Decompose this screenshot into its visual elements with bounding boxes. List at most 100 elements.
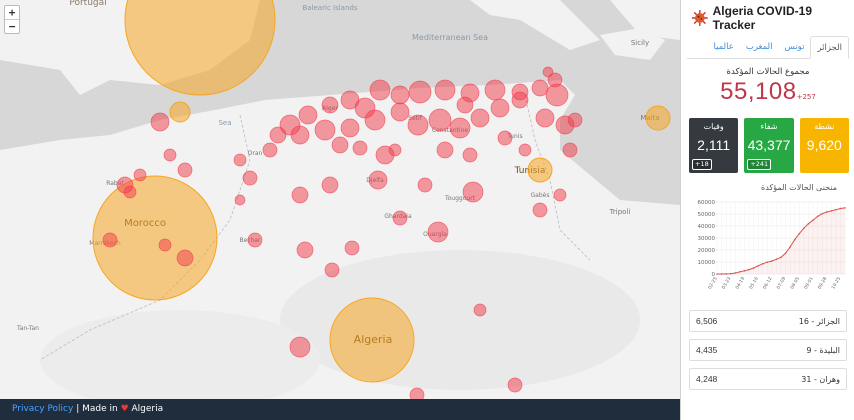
wilaya-cases-circle[interactable]: [375, 145, 395, 165]
map-label-gabes: Gabès: [531, 192, 550, 199]
wilaya-cases-circle[interactable]: [290, 125, 310, 145]
wilaya-cases-circle[interactable]: [407, 114, 429, 136]
chart-point: [812, 219, 814, 222]
wilaya-cases-circle[interactable]: [417, 177, 433, 193]
country-cases-circle[interactable]: [329, 297, 415, 383]
map-canvas[interactable]: Portugal Mediterranean Sea Sea Balearic Isl…: [0, 0, 680, 420]
wilaya-cases-circle[interactable]: [269, 126, 287, 144]
wilaya-cases-circle[interactable]: [369, 79, 391, 101]
wilaya-cases-circle[interactable]: [392, 210, 408, 226]
wilaya-cases-circle[interactable]: [428, 108, 452, 132]
wilaya-cases-circle[interactable]: [511, 91, 529, 109]
wilaya-cases-circle[interactable]: [434, 79, 456, 101]
wilaya-name: 31 - وهران: [801, 374, 840, 384]
wilaya-cases-circle[interactable]: [289, 336, 311, 358]
wilaya-cases-circle[interactable]: [507, 377, 523, 393]
wilaya-cases-circle[interactable]: [177, 162, 193, 178]
footer: Privacy Policy | Made in ♥ Algeria: [0, 399, 680, 420]
wilaya-cases-circle[interactable]: [497, 130, 513, 146]
wilaya-cases-circle[interactable]: [490, 98, 510, 118]
tab-2[interactable]: المغرب: [740, 36, 779, 58]
wilaya-cases-circle[interactable]: [545, 83, 569, 107]
wilaya-cases-circle[interactable]: [233, 153, 247, 167]
wilaya-cases-circle[interactable]: [242, 170, 258, 186]
country-cases-circle[interactable]: [645, 105, 671, 131]
map-view[interactable]: Portugal Mediterranean Sea Sea Balearic Isl…: [0, 0, 680, 420]
wilaya-cases-circle[interactable]: [553, 188, 567, 202]
wilaya-cases-circle[interactable]: [321, 96, 339, 114]
wilaya-cases-circle[interactable]: [150, 112, 170, 132]
chart-point: [734, 272, 737, 274]
wilaya-cases-circle[interactable]: [340, 118, 360, 138]
wilaya-cases-circle[interactable]: [364, 109, 386, 131]
chart-point: [789, 246, 791, 248]
wilaya-cases-circle[interactable]: [562, 142, 578, 158]
wilaya-cases-circle[interactable]: [436, 141, 454, 159]
wilaya-cases-circle[interactable]: [163, 148, 177, 162]
chart-ytick-label: 30000: [698, 236, 716, 242]
chart-point: [725, 273, 727, 275]
wilaya-cases-circle[interactable]: [324, 262, 340, 278]
map-label-sea: Sea: [218, 119, 231, 127]
wilaya-row[interactable]: 4,248 31 - وهران: [689, 368, 847, 390]
wilaya-cases-circle[interactable]: [102, 232, 118, 248]
country-cases-circle[interactable]: [527, 157, 553, 183]
wilaya-cases-circle[interactable]: [390, 85, 410, 105]
wilaya-row[interactable]: 4,435 9 - البليدة: [689, 339, 847, 361]
chart-point: [729, 272, 732, 275]
chart-point: [761, 262, 764, 265]
cases-chart: 0 10000 20000 30000 40000 50000 60000 02-25 03-2…: [687, 194, 854, 302]
wilaya-cases-circle[interactable]: [542, 66, 554, 78]
wilaya-cases-circle[interactable]: [176, 249, 194, 267]
wilaya-cases-circle[interactable]: [291, 186, 309, 204]
wilaya-cases-circle[interactable]: [473, 303, 487, 317]
wilaya-cases-circle[interactable]: [247, 232, 263, 248]
tab-3[interactable]: عالميا: [707, 36, 739, 58]
wilaya-cases-circle[interactable]: [296, 241, 314, 259]
recovered-box: شفاء 43,377 +241: [744, 118, 794, 173]
chart-xtick-label: 04-19: [734, 276, 746, 290]
active-label: نشطة: [814, 122, 835, 131]
wilaya-cases-circle[interactable]: [344, 240, 360, 256]
wilaya-cases-circle[interactable]: [567, 112, 583, 128]
active-box: نشطة 9,620: [799, 118, 849, 173]
wilaya-cases-circle[interactable]: [535, 108, 555, 128]
zoom-control: + −: [4, 5, 20, 34]
wilaya-cases-circle[interactable]: [158, 238, 172, 252]
wilaya-cases-circle[interactable]: [408, 80, 432, 104]
wilaya-cases-circle[interactable]: [456, 96, 474, 114]
wilaya-cases-circle[interactable]: [449, 117, 471, 139]
wilaya-cases-circle[interactable]: [532, 202, 548, 218]
wilaya-cases-circle[interactable]: [314, 119, 336, 141]
zoom-in-button[interactable]: +: [5, 6, 19, 19]
wilaya-cases-circle[interactable]: [390, 102, 410, 122]
map-label-tripoli: Tripoli: [609, 208, 631, 216]
chart-ytick-label: 10000: [698, 260, 716, 266]
wilaya-cases-circle[interactable]: [352, 140, 368, 156]
wilaya-cases-circle[interactable]: [484, 79, 506, 101]
wilaya-cases-circle[interactable]: [531, 79, 549, 97]
wilaya-cases-circle[interactable]: [123, 185, 137, 199]
wilaya-cases-circle[interactable]: [133, 168, 147, 182]
wilaya-cases-circle[interactable]: [234, 194, 246, 206]
wilaya-cases-circle[interactable]: [321, 176, 339, 194]
wilaya-cases-circle[interactable]: [331, 136, 349, 154]
wilaya-cases-circle[interactable]: [298, 105, 318, 125]
wilaya-cases-circle[interactable]: [262, 142, 278, 158]
chart-ytick-label: 40000: [698, 224, 716, 230]
wilaya-cases-circle[interactable]: [518, 143, 532, 157]
tab-0[interactable]: الجزائر: [810, 36, 849, 59]
chart-point: [743, 270, 746, 272]
privacy-policy-link[interactable]: Privacy Policy: [12, 404, 73, 414]
zoom-out-button[interactable]: −: [5, 19, 19, 33]
wilaya-cases-circle[interactable]: [470, 108, 490, 128]
country-cases-circle[interactable]: [169, 101, 191, 123]
tab-1[interactable]: تونس: [778, 36, 810, 58]
chart-ytick-label: 20000: [698, 248, 716, 254]
wilaya-cases-circle[interactable]: [462, 181, 484, 203]
wilaya-row[interactable]: 6,506 16 - الجزائر: [689, 310, 847, 332]
chart-point: [716, 273, 718, 275]
wilaya-cases-circle[interactable]: [462, 147, 478, 163]
wilaya-cases-circle[interactable]: [368, 170, 388, 190]
wilaya-cases-circle[interactable]: [427, 221, 449, 243]
